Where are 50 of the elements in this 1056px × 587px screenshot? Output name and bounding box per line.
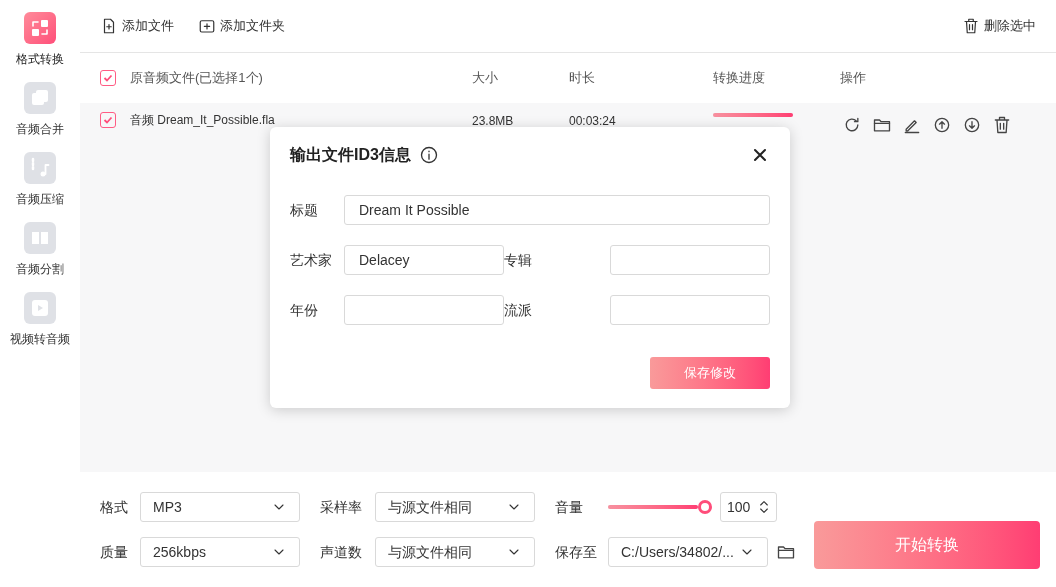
text-field[interactable]: [610, 245, 770, 275]
move-down-icon: [962, 115, 982, 135]
sidebar-item[interactable]: 音频压缩: [16, 152, 64, 208]
sidebar-item[interactable]: 视频转音频: [10, 292, 70, 348]
check-icon: [102, 72, 114, 84]
column-header: 原音频文件(已选择1个): [130, 69, 263, 88]
add-file-button[interactable]: 添加文件: [100, 16, 174, 36]
setting-label: 保存至: [555, 542, 598, 562]
text-field[interactable]: [610, 295, 770, 325]
setting-label: 采样率: [320, 497, 363, 517]
sidebar-item[interactable]: 音频合并: [16, 82, 64, 138]
delete-selected-button[interactable]: 删除选中: [962, 16, 1036, 36]
column-header: 操作: [840, 70, 866, 86]
format-dropdown[interactable]: MP3: [140, 492, 300, 522]
move-up-icon: [932, 115, 952, 135]
column-header: 大小: [472, 70, 498, 86]
field-label: 流派: [504, 300, 533, 320]
setting-label: 音量: [555, 497, 584, 517]
field-label: 专辑: [504, 250, 533, 270]
sample-rate-dropdown[interactable]: 与源文件相同: [375, 492, 535, 522]
add-folder-button[interactable]: 添加文件夹: [198, 16, 285, 36]
sidebar-item[interactable]: 格式转换: [16, 12, 64, 68]
trash-icon: [962, 17, 980, 35]
text-field[interactable]: [344, 295, 504, 325]
checkbox[interactable]: [100, 70, 116, 86]
setting-label: 质量: [100, 542, 129, 562]
check-icon: [102, 114, 114, 126]
column-header: 时长: [569, 70, 595, 86]
text-field[interactable]: Dream It Possible: [344, 195, 770, 225]
text-field[interactable]: Delacey: [344, 245, 504, 275]
volume-input[interactable]: 100: [720, 492, 777, 522]
field-label: 年份: [290, 300, 319, 320]
field-label: 艺术家: [290, 250, 333, 270]
file-size: 23.8MB: [472, 114, 514, 128]
info-icon: [418, 145, 439, 165]
column-header: 转换进度: [713, 70, 765, 86]
checkbox[interactable]: [100, 112, 116, 128]
setting-label: 格式: [100, 497, 129, 517]
channels-dropdown[interactable]: 与源文件相同: [375, 537, 535, 567]
setting-label: 声道数: [320, 542, 363, 562]
sidebar-item[interactable]: 音频分割: [16, 222, 64, 278]
delete-icon: [992, 115, 1012, 135]
field-label: 标题: [290, 200, 319, 220]
file-name: 音频 Dream_It_Possible.fla: [130, 112, 275, 129]
folder-plus-icon: [198, 17, 216, 35]
quality-dropdown[interactable]: 256kbps: [140, 537, 300, 567]
save-path-dropdown[interactable]: C:/Users/34802/...: [608, 537, 768, 567]
file-duration: 00:03:24: [569, 114, 616, 128]
slider-thumb[interactable]: [698, 500, 712, 514]
dialog-title: 输出文件ID3信息: [290, 145, 411, 165]
